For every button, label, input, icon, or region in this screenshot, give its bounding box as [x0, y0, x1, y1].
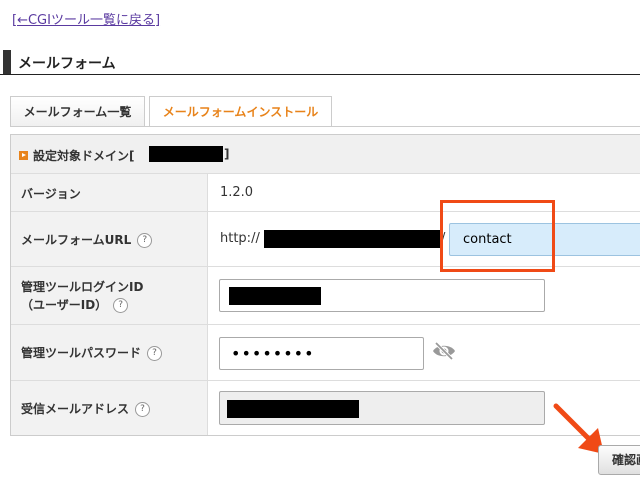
url-label: メールフォームURL [21, 233, 132, 247]
redacted-email [227, 400, 359, 418]
email-input[interactable] [219, 391, 545, 425]
help-icon[interactable]: ? [113, 298, 129, 313]
password-label: 管理ツールパスワード [21, 346, 142, 360]
login-id-label-sub: （ユーザーID） [21, 298, 108, 312]
section-bar [3, 50, 11, 74]
tab-mailform-list[interactable]: メールフォーム一覧 [10, 96, 145, 126]
login-id-input[interactable] [219, 279, 545, 312]
password-input[interactable]: •••••••• [219, 337, 424, 370]
tab-mailform-install[interactable]: メールフォームインストール [149, 96, 332, 127]
domain-label-close: ] [224, 147, 230, 161]
redacted-login-id [229, 287, 321, 305]
version-label-cell: バージョン [11, 174, 208, 212]
version-label: バージョン [21, 187, 81, 201]
email-label-wrap: 受信メールアドレス? [21, 400, 151, 417]
login-id-label: 管理ツールログインID [21, 280, 144, 294]
eye-off-icon[interactable] [432, 341, 456, 361]
back-to-cgi-list-link[interactable]: [←CGIツール一覧に戻る] [12, 9, 160, 28]
page-title: メールフォーム [18, 56, 116, 72]
url-label-wrap: メールフォームURL? [21, 231, 153, 248]
version-value: 1.2.0 [220, 185, 254, 200]
help-icon[interactable]: ? [135, 402, 151, 417]
row-divider [208, 324, 640, 325]
help-icon[interactable]: ? [147, 346, 163, 361]
row-divider [208, 211, 640, 212]
confirm-button[interactable]: 確認画面へ進む [598, 445, 640, 475]
help-icon[interactable]: ? [137, 233, 153, 248]
login-id-label-cell: 管理ツールログインID （ユーザーID）? [11, 267, 208, 325]
email-label: 受信メールアドレス [21, 402, 130, 416]
highlight-box [440, 200, 555, 272]
redacted-domain [264, 230, 440, 248]
password-label-cell: 管理ツールパスワード? [11, 325, 208, 381]
domain-label: 設定対象ドメイン[ [33, 149, 135, 163]
url-prefix: http:// [220, 231, 260, 246]
url-label-cell: メールフォームURL? [11, 212, 208, 267]
email-label-cell: 受信メールアドレス? [11, 381, 208, 435]
domain-row: 設定対象ドメイン[ ] [11, 135, 640, 174]
tab-divider [10, 126, 640, 127]
redacted-domain [149, 146, 223, 162]
play-icon [19, 151, 28, 160]
row-divider [208, 266, 640, 267]
password-label-wrap: 管理ツールパスワード? [21, 344, 163, 361]
section-header: メールフォーム [0, 50, 640, 75]
login-id-label-sub-wrap: （ユーザーID）? [21, 296, 129, 313]
row-divider [208, 380, 640, 381]
